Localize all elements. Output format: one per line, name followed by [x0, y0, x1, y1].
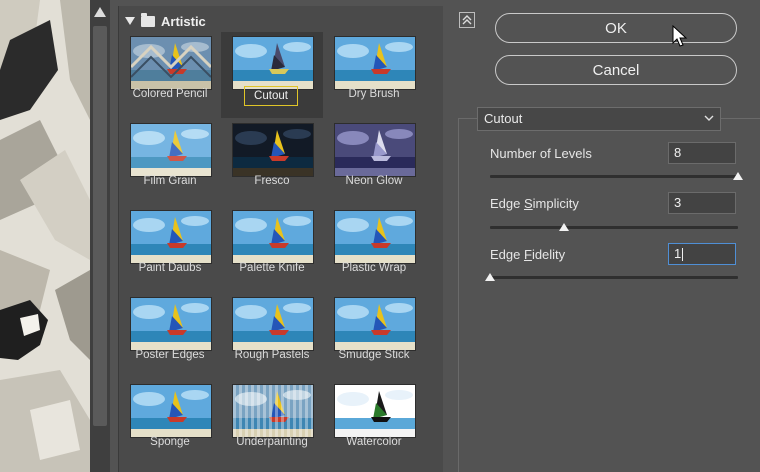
edge-simplicity-slider-thumb[interactable]	[559, 223, 570, 231]
filter-thumb-watercolor[interactable]: Watercolor	[323, 380, 425, 466]
preview-scrollbar[interactable]	[90, 0, 110, 472]
arrow-up-icon[interactable]	[92, 4, 108, 20]
filter-preview-image	[130, 297, 212, 351]
image-preview[interactable]	[0, 0, 90, 472]
filter-preview-image	[334, 297, 416, 351]
filter-gallery: Artistic Colored Pencil Cutout Dry Brush Fi…	[118, 6, 443, 472]
filter-label: Underpainting	[236, 436, 308, 448]
filter-preview-image	[130, 210, 212, 264]
edge-simplicity-slider[interactable]	[490, 226, 738, 229]
number-of-levels-slider-thumb[interactable]	[733, 172, 743, 180]
filter-preview-image	[232, 297, 314, 351]
filter-thumb-sponge[interactable]: Sponge	[119, 380, 221, 466]
filter-thumb-palette-knife[interactable]: Palette Knife	[221, 206, 323, 292]
collapse-up-icon[interactable]	[459, 12, 475, 28]
edge-simplicity-input[interactable]: 3	[668, 192, 736, 214]
filter-thumb-film-grain[interactable]: Film Grain	[119, 119, 221, 205]
filter-preview-image	[334, 384, 416, 438]
filter-thumb-colored-pencil[interactable]: Colored Pencil	[119, 32, 221, 118]
filter-thumb-smudge-stick[interactable]: Smudge Stick	[323, 293, 425, 379]
filter-label: Dry Brush	[348, 88, 400, 100]
edge-fidelity-slider[interactable]	[490, 276, 738, 279]
filter-thumb-plastic-wrap[interactable]: Plastic Wrap	[323, 206, 425, 292]
edge-fidelity-input[interactable]: 1	[668, 243, 736, 265]
filter-label: Film Grain	[143, 175, 197, 187]
filter-preview-image	[130, 384, 212, 438]
filter-preview-image	[232, 210, 314, 264]
filter-label: Neon Glow	[345, 175, 403, 187]
filter-preview-image	[334, 36, 416, 90]
preview-image	[0, 0, 90, 472]
filter-preview-image	[334, 123, 416, 177]
cancel-button[interactable]: Cancel	[495, 55, 737, 85]
filter-preview-image	[334, 210, 416, 264]
filter-preview-image	[130, 36, 212, 90]
category-label: Artistic	[161, 13, 206, 29]
filter-preview-image	[232, 384, 314, 438]
filter-select-value: Cutout	[484, 111, 523, 126]
scrollbar-thumb[interactable]	[93, 26, 107, 426]
ok-button[interactable]: OK	[495, 13, 737, 43]
filter-thumb-poster-edges[interactable]: Poster Edges	[119, 293, 221, 379]
filter-label: Sponge	[150, 436, 190, 448]
filter-select[interactable]: Cutout	[477, 107, 721, 131]
edge-fidelity-slider-thumb[interactable]	[485, 273, 495, 281]
number-of-levels-input[interactable]: 8	[668, 142, 736, 164]
number-of-levels-slider[interactable]	[490, 175, 738, 178]
folder-icon	[141, 12, 155, 27]
chevron-down-icon	[704, 115, 714, 121]
filter-label: Palette Knife	[239, 262, 305, 274]
filter-label: Colored Pencil	[132, 88, 208, 100]
filter-preview-image	[130, 123, 212, 177]
filter-thumb-dry-brush[interactable]: Dry Brush	[323, 32, 425, 118]
filter-preview-image	[232, 36, 314, 90]
filter-label: Smudge Stick	[338, 349, 410, 361]
text-caret	[682, 248, 684, 262]
filter-label: Watercolor	[346, 436, 402, 448]
filter-thumb-underpainting[interactable]: Underpainting	[221, 380, 323, 466]
filter-preview-image	[232, 123, 314, 177]
mouse-pointer-icon	[672, 25, 688, 47]
filter-label: Cutout	[244, 86, 298, 106]
filter-label: Rough Pastels	[234, 349, 310, 361]
category-header[interactable]: Artistic	[119, 12, 206, 30]
filter-label: Paint Daubs	[138, 262, 202, 274]
triangle-down-icon[interactable]	[125, 17, 135, 25]
filter-label: Plastic Wrap	[341, 262, 407, 274]
filter-label: Fresco	[254, 175, 290, 187]
filter-thumb-fresco[interactable]: Fresco	[221, 119, 323, 205]
filter-thumb-neon-glow[interactable]: Neon Glow	[323, 119, 425, 205]
filter-thumb-paint-daubs[interactable]: Paint Daubs	[119, 206, 221, 292]
filter-thumb-rough-pastels[interactable]: Rough Pastels	[221, 293, 323, 379]
edge-simplicity-label: Edge Simplicity	[490, 196, 579, 211]
filter-thumb-cutout[interactable]: Cutout	[221, 32, 323, 118]
settings-panel	[458, 118, 760, 472]
edge-fidelity-label: Edge Fidelity	[490, 247, 566, 262]
filter-label: Poster Edges	[135, 349, 205, 361]
number-of-levels-label: Number of Levels	[490, 146, 592, 161]
